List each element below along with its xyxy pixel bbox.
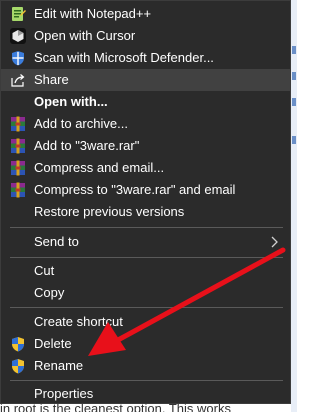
winrar-icon <box>10 182 26 198</box>
notepad-plus-plus-icon <box>10 6 26 22</box>
menu-item-compress-and-email[interactable]: Compress and email... <box>1 157 290 179</box>
menu-separator <box>10 307 283 308</box>
background-page-edge <box>291 0 297 412</box>
winrar-icon <box>10 116 26 132</box>
defender-shield-icon <box>10 50 26 66</box>
menu-item-compress-to-rar-and-email[interactable]: Compress to "3ware.rar" and email <box>1 179 290 201</box>
menu-item-open-with[interactable]: Open with... <box>1 91 290 113</box>
menu-item-add-to-rar[interactable]: Add to "3ware.rar" <box>1 135 290 157</box>
uac-shield-icon <box>10 358 26 374</box>
menu-item-label: Restore previous versions <box>34 204 185 219</box>
menu-item-cut[interactable]: Cut <box>1 260 290 282</box>
uac-shield-icon <box>10 336 26 352</box>
menu-item-label: Properties <box>34 386 94 401</box>
background-link-mark <box>292 46 296 54</box>
background-link-mark <box>292 98 296 106</box>
background-link-mark <box>292 136 296 144</box>
share-icon <box>10 72 26 88</box>
menu-item-label: Cut <box>34 263 55 278</box>
menu-item-label: Rename <box>34 358 84 373</box>
menu-item-label: Scan with Microsoft Defender... <box>34 50 214 65</box>
menu-separator <box>10 257 283 258</box>
menu-item-create-shortcut[interactable]: Create shortcut <box>1 311 290 333</box>
chevron-right-icon <box>267 235 281 249</box>
menu-separator <box>10 227 283 228</box>
winrar-icon <box>10 138 26 154</box>
menu-item-add-to-archive[interactable]: Add to archive... <box>1 113 290 135</box>
menu-item-label: Add to "3ware.rar" <box>34 138 140 153</box>
menu-item-send-to[interactable]: Send to <box>1 231 290 253</box>
menu-item-label: Delete <box>34 336 72 351</box>
menu-item-label: Open with Cursor <box>34 28 136 43</box>
menu-item-share[interactable]: Share <box>1 69 290 91</box>
menu-item-delete[interactable]: Delete <box>1 333 290 355</box>
menu-item-label: Add to archive... <box>34 116 128 131</box>
menu-item-copy[interactable]: Copy <box>1 282 290 304</box>
menu-item-label: Send to <box>34 234 79 249</box>
menu-item-open-with-cursor[interactable]: Open with Cursor <box>1 25 290 47</box>
screenshot-stage: in root is the cleanest option. This wor… <box>0 0 297 412</box>
winrar-icon <box>10 160 26 176</box>
context-menu: Edit with Notepad++ Open with Cursor Sca… <box>0 0 291 404</box>
menu-item-label: Share <box>34 72 69 87</box>
menu-item-rename[interactable]: Rename <box>1 355 290 377</box>
menu-item-label: Open with... <box>34 94 108 109</box>
background-link-mark <box>292 72 296 80</box>
menu-separator <box>10 380 283 381</box>
menu-item-label: Create shortcut <box>34 314 123 329</box>
menu-item-label: Copy <box>34 285 65 300</box>
menu-item-restore-previous-versions[interactable]: Restore previous versions <box>1 201 290 223</box>
menu-item-label: Edit with Notepad++ <box>34 6 152 21</box>
menu-item-edit-with-notepad[interactable]: Edit with Notepad++ <box>1 3 290 25</box>
menu-item-label: Compress to "3ware.rar" and email <box>34 182 236 197</box>
cursor-app-icon <box>10 28 26 44</box>
menu-item-scan-defender[interactable]: Scan with Microsoft Defender... <box>1 47 290 69</box>
menu-item-properties[interactable]: Properties <box>1 383 290 405</box>
menu-item-label: Compress and email... <box>34 160 165 175</box>
